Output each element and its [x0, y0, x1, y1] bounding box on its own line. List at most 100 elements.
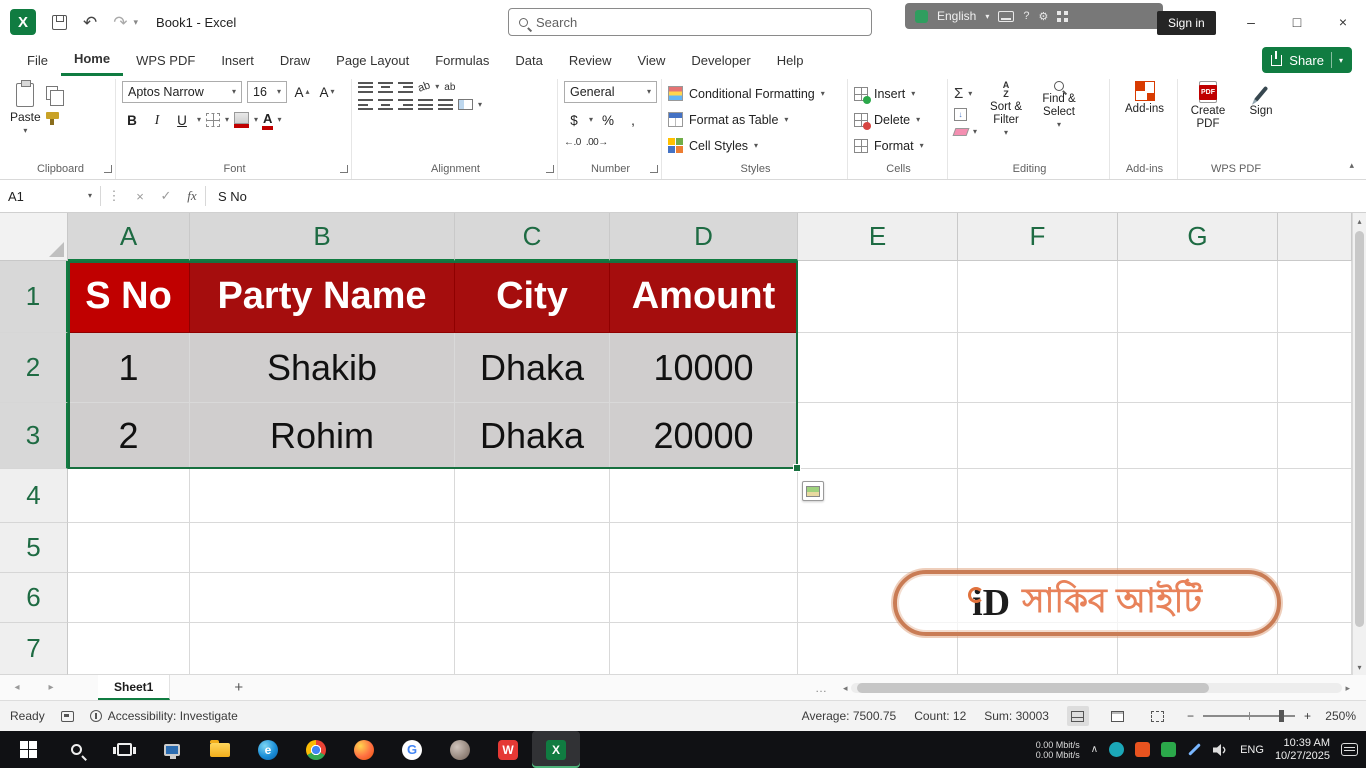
clipboard-dialog-launcher[interactable]	[104, 165, 112, 173]
cell[interactable]	[1278, 523, 1352, 573]
cell[interactable]	[68, 469, 190, 523]
scrollbar-options-icon[interactable]: …	[815, 681, 827, 695]
cell-b1[interactable]: Party Name	[190, 261, 455, 333]
cell[interactable]	[610, 469, 798, 523]
cell[interactable]	[1278, 573, 1352, 623]
cell-f1[interactable]	[958, 261, 1118, 333]
tab-help[interactable]: Help	[764, 44, 817, 76]
hidden-icons-chevron[interactable]: ∧	[1091, 744, 1098, 755]
volume-icon[interactable]	[1213, 743, 1229, 757]
new-sheet-button[interactable]: +	[234, 679, 243, 696]
middle-align-button[interactable]	[378, 81, 393, 93]
cell[interactable]	[610, 573, 798, 623]
cell-b2[interactable]: Shakib	[190, 333, 455, 403]
font-family-select[interactable]: Aptos Narrow ▾	[122, 81, 242, 103]
cell-c1[interactable]: City	[455, 261, 610, 333]
cell[interactable]	[190, 469, 455, 523]
select-all-button[interactable]	[0, 213, 68, 261]
cell-f2[interactable]	[958, 333, 1118, 403]
merge-center-button[interactable]	[458, 99, 473, 110]
cell-a1[interactable]: S No	[68, 261, 190, 333]
scroll-left-icon[interactable]: ◂	[843, 683, 848, 694]
maximize-button[interactable]: □	[1274, 0, 1320, 44]
row-header-5[interactable]: 5	[0, 523, 68, 573]
tab-data[interactable]: Data	[502, 44, 555, 76]
increase-indent-button[interactable]	[438, 99, 453, 110]
insert-cells-button[interactable]: Insert ▾	[854, 81, 924, 106]
sign-in-button[interactable]: Sign in	[1157, 11, 1216, 35]
copy-icon[interactable]	[45, 86, 64, 106]
paste-options-button[interactable]	[802, 481, 824, 501]
cell-f3[interactable]	[958, 403, 1118, 469]
cell[interactable]	[1278, 261, 1352, 333]
language-bar[interactable]: English ▾ ? ⚙	[905, 3, 1163, 29]
format-painter-icon[interactable]	[45, 112, 59, 125]
tab-file[interactable]: File	[14, 44, 61, 76]
cancel-icon[interactable]: ×	[127, 189, 153, 204]
cell[interactable]	[190, 523, 455, 573]
row-header-2[interactable]: 2	[0, 333, 68, 403]
borders-dropdown-icon[interactable]: ▾	[225, 116, 229, 124]
font-dialog-launcher[interactable]	[340, 165, 348, 173]
firefox-button[interactable]	[340, 731, 388, 768]
format-as-table-button[interactable]: Format as Table ▾	[668, 107, 825, 132]
edge-button[interactable]: e	[244, 731, 292, 768]
macro-record-icon[interactable]	[60, 710, 74, 722]
currency-button[interactable]: $	[564, 109, 584, 131]
chevron-down-icon[interactable]: ▾	[277, 88, 281, 96]
undo-icon[interactable]: ↶	[83, 14, 97, 31]
fill-button[interactable]: ↓	[954, 108, 977, 121]
settings-icon[interactable]: ⚙	[1039, 10, 1049, 23]
cell[interactable]	[1118, 523, 1278, 573]
start-button[interactable]	[4, 731, 52, 768]
format-cells-button[interactable]: Format ▾	[854, 133, 924, 158]
sign-button[interactable]: Sign	[1237, 81, 1285, 118]
font-size-select[interactable]: 16 ▾	[247, 81, 287, 103]
vertical-scroll-thumb[interactable]	[1355, 231, 1364, 627]
fill-color-button[interactable]	[234, 112, 250, 128]
sheet-tab-sheet1[interactable]: Sheet1	[98, 675, 171, 700]
horizontal-scroll-track[interactable]	[850, 683, 1343, 693]
language-dropdown-icon[interactable]: ▾	[985, 12, 989, 21]
font-color-dropdown-icon[interactable]: ▾	[277, 116, 281, 124]
task-view-button[interactable]	[100, 731, 148, 768]
input-language-indicator[interactable]: ENG	[1240, 744, 1264, 756]
help-icon[interactable]: ?	[1023, 10, 1029, 22]
ime-icon[interactable]	[915, 9, 928, 23]
cell-styles-button[interactable]: Cell Styles ▾	[668, 133, 825, 158]
cell-c3[interactable]: Dhaka	[455, 403, 610, 469]
decrease-font-button[interactable]: A ▾	[317, 81, 337, 103]
addins-button[interactable]: Add-ins	[1121, 81, 1169, 116]
name-box[interactable]: A1 ▾	[0, 180, 100, 212]
redo-icon[interactable]: ↷	[113, 14, 127, 31]
insert-function-icon[interactable]: fx	[179, 188, 205, 204]
decrease-decimal-button[interactable]: .00→	[586, 137, 608, 148]
row-header-7[interactable]: 7	[0, 623, 68, 675]
cell[interactable]	[455, 469, 610, 523]
percent-button[interactable]: %	[598, 109, 618, 131]
cell-e1[interactable]	[798, 261, 958, 333]
horizontal-scrollbar[interactable]: ◂ ▸	[843, 682, 1350, 694]
tab-home[interactable]: Home	[60, 44, 124, 76]
cell[interactable]	[958, 523, 1118, 573]
cell-c2[interactable]: Dhaka	[455, 333, 610, 403]
tab-wps-pdf[interactable]: WPS PDF	[123, 44, 208, 76]
bold-button[interactable]: B	[122, 109, 142, 131]
gimp-button[interactable]	[436, 731, 484, 768]
cell[interactable]	[1118, 469, 1278, 523]
orientation-button[interactable]: ab	[416, 79, 432, 94]
increase-decimal-button[interactable]: ←.0	[564, 137, 581, 148]
alignment-dialog-launcher[interactable]	[546, 165, 554, 173]
borders-button[interactable]	[206, 113, 221, 127]
cell[interactable]	[610, 623, 798, 675]
scroll-down-icon[interactable]: ▾	[1357, 659, 1361, 675]
align-right-button[interactable]	[398, 99, 413, 110]
normal-view-button[interactable]	[1066, 706, 1089, 726]
tray-app-teal-icon[interactable]	[1109, 742, 1125, 757]
cell[interactable]	[1278, 403, 1352, 469]
cell-g2[interactable]	[1118, 333, 1278, 403]
taskbar-app-monitor[interactable]	[148, 731, 196, 768]
scroll-right-icon[interactable]: ▸	[1345, 683, 1350, 694]
share-dropdown-icon[interactable]: ▾	[1339, 56, 1343, 65]
number-format-select[interactable]: General ▾	[564, 81, 657, 103]
